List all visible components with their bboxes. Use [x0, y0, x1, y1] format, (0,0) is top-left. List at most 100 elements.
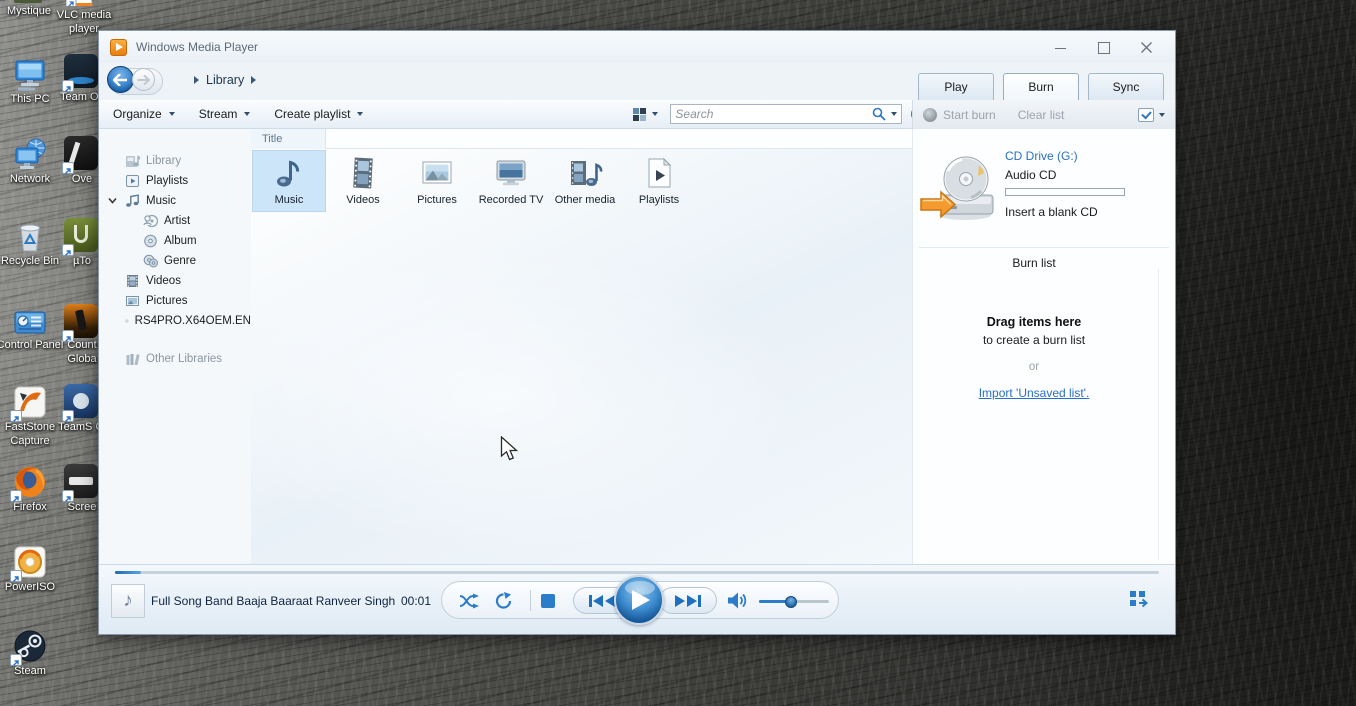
library-icon [125, 154, 140, 168]
wmp-window: Windows Media Player [98, 30, 1176, 635]
minimize-button[interactable] [1054, 41, 1067, 54]
category-other-media[interactable]: Other media [548, 150, 622, 212]
forward-button[interactable] [132, 68, 155, 91]
playlists-category-icon [641, 155, 677, 191]
volume-knob[interactable] [785, 596, 797, 608]
back-button[interactable] [107, 66, 134, 93]
search-dropdown-caret-icon[interactable] [891, 112, 897, 116]
close-button[interactable] [1140, 41, 1153, 54]
clear-list-button[interactable]: Clear list [1018, 108, 1065, 122]
pictures-category-icon [419, 155, 455, 191]
steam-icon[interactable] [12, 628, 48, 664]
ove-app-icon[interactable] [64, 136, 100, 172]
sidebar-item-playlists[interactable]: Playlists [99, 171, 251, 191]
category-pictures[interactable]: Pictures [400, 150, 474, 212]
sidebar-item-album[interactable]: Album [99, 231, 251, 251]
control-panel-icon[interactable] [12, 304, 48, 340]
burn-options-button[interactable] [1138, 108, 1165, 122]
maximize-button[interactable] [1097, 41, 1110, 54]
network-icon[interactable] [12, 136, 48, 172]
shuffle-button[interactable] [459, 593, 481, 609]
category-playlists[interactable]: Playlists [622, 150, 696, 212]
category-videos[interactable]: Videos [326, 150, 400, 212]
play-button[interactable] [614, 575, 664, 625]
chevron-expanded-icon[interactable] [108, 197, 117, 204]
sidebar-item-videos[interactable]: Videos [99, 271, 251, 291]
playback-bar: ♪ Full Song Band Baaja Baaraat Ranveer S… [99, 564, 1175, 634]
playlists-icon [125, 174, 140, 188]
category-music[interactable]: Music [252, 150, 326, 212]
scree-app-icon[interactable] [64, 464, 100, 500]
titlebar[interactable]: Windows Media Player [99, 31, 1175, 63]
navigation-sidebar: Library Playlists [99, 129, 251, 566]
count-globa-app-icon[interactable] [64, 304, 100, 340]
content-area: Library Playlists [99, 129, 1175, 566]
tab-sync[interactable]: Sync [1088, 73, 1164, 100]
search-icon[interactable] [872, 107, 886, 121]
view-options-button[interactable] [633, 108, 658, 121]
desktop-icon-recycle-bin[interactable]: Recycle Bin [0, 254, 67, 268]
tab-play[interactable]: Play [918, 73, 994, 100]
next-button[interactable] [659, 587, 717, 614]
disc-icon [125, 314, 129, 328]
previous-icon [589, 595, 615, 607]
breadcrumb-arrow-icon [251, 76, 256, 84]
cd-drive-link[interactable]: CD Drive (G:) [1005, 149, 1078, 163]
desktop-icon-steam[interactable]: Steam [0, 664, 67, 678]
mute-button[interactable] [728, 592, 749, 609]
breadcrumb-item-library[interactable]: Library [206, 73, 244, 87]
stop-button[interactable] [541, 594, 555, 608]
desktop-icon-control-panel[interactable]: Control Panel [0, 338, 67, 352]
sidebar-item-music[interactable]: Music [99, 191, 251, 211]
sidebar-item-other-libraries[interactable]: Other Libraries [99, 349, 251, 369]
view-grid-icon [633, 108, 646, 121]
sidebar-item-genre[interactable]: Genre [99, 251, 251, 271]
shuffle-icon [459, 593, 481, 609]
repeat-icon [494, 592, 512, 610]
sidebar-item-library[interactable]: Library [99, 151, 251, 171]
seek-bar[interactable] [115, 571, 1159, 574]
mystique-folder-icon[interactable] [14, 0, 50, 3]
desktop-icon-poweriso[interactable]: PowerISO [0, 580, 67, 594]
insert-cd-hint: Insert a blank CD [1005, 205, 1098, 219]
vlc-icon[interactable] [66, 0, 102, 6]
recycle-bin-icon[interactable] [12, 218, 48, 254]
sidebar-item-pictures[interactable]: Pictures [99, 291, 251, 311]
firefox-icon[interactable] [12, 464, 48, 500]
switch-to-now-playing-button[interactable] [1130, 591, 1149, 613]
utorrent-app-icon[interactable] [64, 218, 100, 254]
stream-button[interactable]: Stream [187, 103, 263, 125]
organize-button[interactable]: Organize [101, 103, 187, 125]
or-text: or [913, 361, 1155, 373]
breadcrumb[interactable]: Library [194, 73, 256, 87]
album-icon [143, 234, 158, 248]
cd-drive-icon [919, 151, 1001, 236]
desktop-icon-network[interactable]: Network [0, 172, 67, 186]
this-pc-icon[interactable] [12, 56, 48, 92]
create-playlist-button[interactable]: Create playlist [262, 103, 375, 125]
repeat-button[interactable] [494, 592, 512, 610]
volume-slider[interactable] [759, 600, 829, 603]
column-header-title[interactable]: Title [251, 129, 326, 149]
toolbar: Organize Stream Create playlist [99, 100, 1175, 129]
import-unsaved-list-link[interactable]: Import 'Unsaved list'. [979, 386, 1090, 400]
faststone-capture-icon[interactable] [12, 384, 48, 420]
desktop-icon-faststone[interactable]: FastStone Capture [0, 420, 67, 448]
window-title: Windows Media Player [136, 40, 258, 54]
wmp-logo-icon [110, 39, 127, 56]
burn-list-scroll-edge [1158, 269, 1159, 560]
divider [919, 247, 1169, 248]
desktop-icon-this-pc[interactable]: This PC [0, 92, 67, 106]
sidebar-item-artist[interactable]: Artist [99, 211, 251, 231]
desktop-icon-firefox[interactable]: Firefox [0, 500, 67, 514]
category-recorded-tv[interactable]: Recorded TV [474, 150, 548, 212]
poweriso-icon[interactable] [12, 544, 48, 580]
start-burn-button[interactable]: Start burn [943, 108, 996, 122]
artist-icon [143, 214, 158, 228]
sidebar-item-rs4pro-disc[interactable]: RS4PRO.X64OEM.EN [99, 311, 251, 331]
teams-cl-app-icon[interactable] [64, 384, 100, 420]
tab-burn[interactable]: Burn [1003, 73, 1079, 100]
mouse-cursor [500, 436, 519, 468]
team-ov-app-icon[interactable] [64, 54, 100, 90]
search-input[interactable] [675, 107, 872, 121]
